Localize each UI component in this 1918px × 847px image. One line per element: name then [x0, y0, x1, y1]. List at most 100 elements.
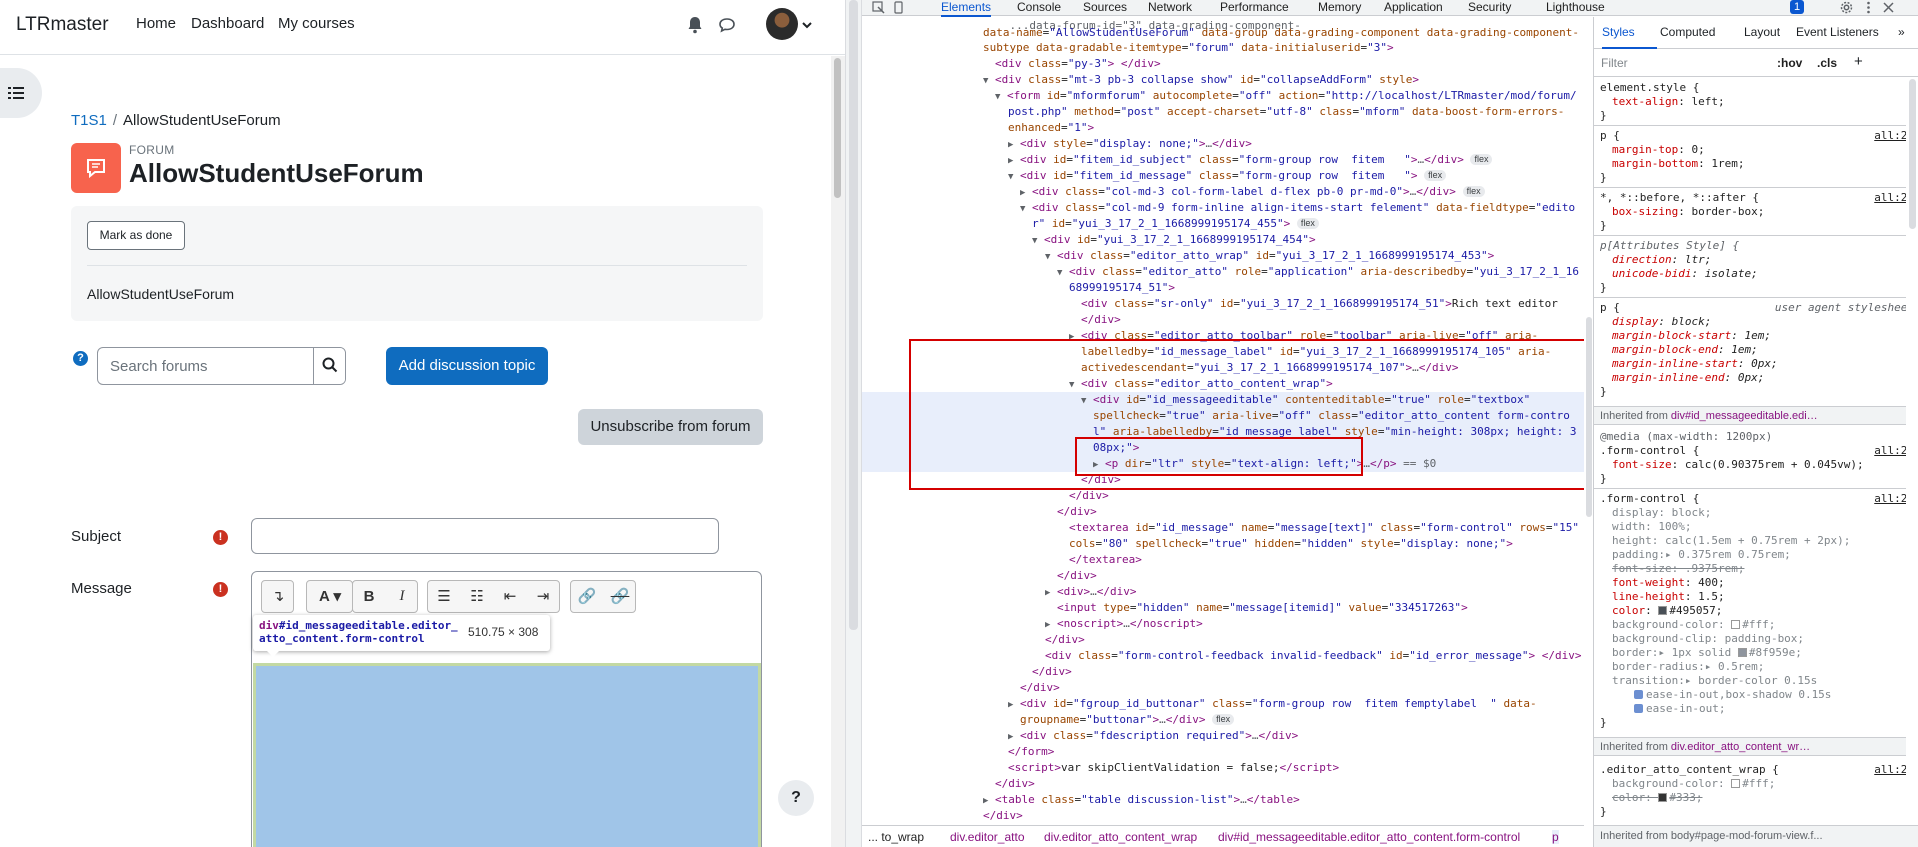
tab-performance[interactable]: Performance [1220, 0, 1289, 16]
tab-elements[interactable]: Elements [941, 0, 992, 17]
tab-lighthouse[interactable]: Lighthouse [1546, 0, 1605, 16]
code-line[interactable]: <div class="py-3"> </div> [862, 56, 1584, 72]
code-line[interactable]: ▶ <div class="editor_atto_toolbar" role=… [862, 328, 1584, 344]
bell-icon[interactable] [684, 14, 706, 36]
breadcrumb-course[interactable]: T1S1 [71, 112, 107, 129]
issues-badge[interactable]: 1 [1790, 0, 1805, 14]
tab-application[interactable]: Application [1384, 0, 1443, 16]
unsubscribe-button[interactable]: Unsubscribe from forum [578, 409, 763, 445]
css-decl[interactable]: height: calc(1.5em + 0.75rem + 2px); [1612, 534, 1918, 548]
code-line[interactable]: <input type="hidden" name="message[itemi… [862, 600, 1584, 616]
dom-crumb[interactable]: ... to_wrap [868, 830, 924, 844]
css-decl[interactable]: margin-block-end: 1em; [1612, 343, 1918, 357]
code-line[interactable]: r" id="yui_3_17_2_1_1668999195174_455"> … [862, 216, 1584, 232]
dom-crumb[interactable]: div.editor_atto [950, 830, 1025, 844]
code-line[interactable]: 08px;"> [862, 440, 1584, 456]
code-line[interactable]: ▶ <noscript>…</noscript> [862, 616, 1584, 632]
code-line[interactable]: data-name="AllowStudentUseForum" data-gr… [862, 25, 1584, 41]
code-line[interactable]: </div> [862, 680, 1584, 696]
css-rule[interactable]: *, *::before, *::after {all:28 [1600, 191, 1918, 205]
code-line[interactable]: ▼ <div id="fitem_id_message" class="form… [862, 168, 1584, 184]
avatar[interactable] [766, 8, 798, 40]
italic-icon[interactable]: I [386, 581, 418, 612]
css-decl[interactable]: font-weight: 400; [1612, 576, 1918, 590]
code-line[interactable]: ▼ <div id="yui_3_17_2_1_1668999195174_45… [862, 232, 1584, 248]
css-decl[interactable]: background-color: #fff; [1612, 777, 1918, 791]
mark-as-done-button[interactable]: Mark as done [87, 221, 185, 250]
css-decl[interactable]: display: block; [1612, 506, 1918, 520]
css-decl[interactable]: text-align: left; [1612, 95, 1918, 109]
css-decl[interactable]: padding:▸ 0.375rem 0.75rem; [1612, 548, 1918, 562]
css-decl[interactable]: font-size: calc(0.90375rem + 0.045vw); [1612, 458, 1918, 472]
collapse-icon[interactable]: ↴ [262, 581, 294, 612]
css-decl[interactable]: margin-top: 0; [1612, 143, 1918, 157]
code-line[interactable]: <script>var skipClientValidation = false… [862, 760, 1584, 776]
code-line[interactable]: ▼ <div class="editor_atto_wrap" id="yui_… [862, 248, 1584, 264]
link-icon[interactable]: 🔗 [571, 581, 603, 612]
code-line[interactable]: </div> [862, 312, 1584, 328]
subject-field[interactable] [251, 518, 719, 554]
code-line[interactable]: </div> [862, 664, 1584, 680]
css-decl[interactable]: box-sizing: border-box; [1612, 205, 1918, 219]
code-line[interactable]: ▶ <div style="display: none;">…</div> [862, 136, 1584, 152]
unordered-list-icon[interactable]: ☰ [428, 581, 460, 612]
dom-crumb[interactable]: div#id_messageeditable.editor_atto_conte… [1218, 830, 1520, 844]
help-icon[interactable]: ? [73, 351, 88, 366]
code-line[interactable]: ▶ <div>…</div> [862, 584, 1584, 600]
code-line[interactable]: </div> [862, 504, 1584, 520]
code-line[interactable]: cols="80" spellcheck="true" hidden="hidd… [862, 536, 1584, 552]
css-decl[interactable]: margin-inline-start: 0px; [1612, 357, 1918, 371]
code-line[interactable]: ▶ <table class="table discussion-list">…… [862, 792, 1584, 808]
css-decl[interactable]: border:▸ 1px solid #8f959e; [1612, 646, 1918, 660]
css-rule[interactable]: .form-control {all:28 [1600, 444, 1918, 458]
tab-console[interactable]: Console [1017, 0, 1061, 16]
code-line[interactable]: </div> [862, 632, 1584, 648]
code-line[interactable]: subtype data-gradable-itemtype="forum" d… [862, 40, 1584, 56]
code-line[interactable]: spellcheck="true" aria-live="off" class=… [862, 408, 1584, 424]
css-decl[interactable]: transition:▸ border-color 0.15s [1612, 674, 1918, 688]
css-decl[interactable]: display: block; [1612, 315, 1918, 329]
css-decl[interactable]: width: 100%; [1612, 520, 1918, 534]
css-decl[interactable]: ease-in-out; [1634, 702, 1918, 716]
css-rule[interactable]: p[Attributes Style] { [1600, 239, 1918, 253]
css-decl[interactable]: font-size: .9375rem; [1612, 562, 1918, 576]
code-line[interactable]: l" aria-labelledby="id_message_label" st… [862, 424, 1584, 440]
code-line[interactable]: ▼ <div class="editor_atto_content_wrap"> [862, 376, 1584, 392]
gear-icon[interactable] [1840, 1, 1853, 14]
tab-event-listeners[interactable]: Event Listeners [1796, 25, 1879, 39]
more-options-icon[interactable] [1862, 1, 1875, 14]
cls-toggle[interactable]: .cls [1817, 56, 1837, 70]
css-decl[interactable]: background-color: #fff; [1612, 618, 1918, 632]
code-line[interactable]: ▼ <div class="mt-3 pb-3 collapse show" i… [862, 72, 1584, 88]
close-icon[interactable] [1882, 1, 1895, 14]
css-decl[interactable]: color: #333; [1612, 791, 1918, 805]
code-line[interactable]: ▼ <div class="editor_atto" role="applica… [862, 264, 1584, 280]
code-line[interactable]: <div class="sr-only" id="yui_3_17_2_1_16… [862, 296, 1584, 312]
course-index-toggle[interactable] [0, 68, 42, 118]
code-line[interactable]: ▶ <div class="fdescription required">…</… [862, 728, 1584, 744]
code-line[interactable]: labelledby="id_message_label" id="yui_3_… [862, 344, 1584, 360]
code-line-p[interactable]: ▶ <p dir="ltr" style="text-align: left;"… [862, 456, 1584, 472]
nav-dashboard[interactable]: Dashboard [191, 15, 264, 32]
nav-home[interactable]: Home [136, 15, 176, 32]
code-line[interactable]: </textarea> [862, 552, 1584, 568]
css-rule[interactable]: p {user agent stylesheet [1600, 301, 1918, 315]
more-tabs-icon[interactable]: » [1898, 25, 1905, 39]
css-decl[interactable]: direction: ltr; [1612, 253, 1918, 267]
font-style-icon[interactable]: A ▾ [309, 581, 351, 612]
css-decl[interactable]: line-height: 1.5; [1612, 590, 1918, 604]
styles-scrollbar[interactable] [1906, 77, 1918, 817]
code-line[interactable]: ▶ <div id="fitem_id_subject" class="form… [862, 152, 1584, 168]
code-line[interactable]: <textarea id="id_message" name="message[… [862, 520, 1584, 536]
css-decl[interactable]: margin-block-start: 1em; [1612, 329, 1918, 343]
code-line[interactable]: </div> [862, 568, 1584, 584]
code-line[interactable]: ▶ <div id="fgroup_id_buttonar" class="fo… [862, 696, 1584, 712]
code-line[interactable]: </div> [862, 488, 1584, 504]
code-line[interactable]: groupname="buttonar">…</div> flex [862, 712, 1584, 728]
elements-scrollbar[interactable] [1584, 17, 1593, 825]
css-decl[interactable]: ease-in-out,box-shadow 0.15s [1634, 688, 1918, 702]
tab-computed[interactable]: Computed [1660, 25, 1715, 39]
unlink-icon[interactable]: 🔗 [604, 581, 636, 612]
css-decl[interactable]: unicode-bidi: isolate; [1612, 267, 1918, 281]
devtools-splitter[interactable] [845, 0, 862, 847]
